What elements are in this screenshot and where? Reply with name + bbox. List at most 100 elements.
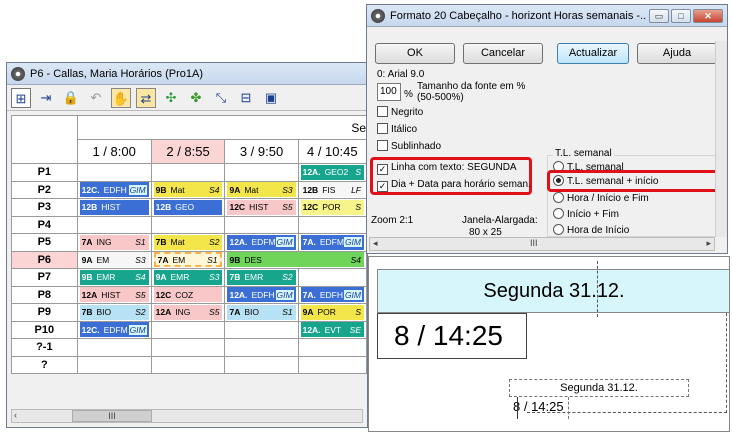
lesson-cell[interactable] — [297, 355, 367, 374]
lesson-cell[interactable]: 7B BIO S2 — [76, 303, 152, 322]
radio-icon[interactable] — [553, 192, 564, 203]
lesson-block[interactable]: 12C. EDFH GIM — [79, 182, 149, 198]
lesson-block[interactable]: 12C COZ — [153, 287, 223, 303]
row-header[interactable]: P3 — [11, 198, 78, 217]
lesson-cell[interactable] — [224, 338, 299, 357]
row-header[interactable]: P9 — [11, 303, 78, 322]
lesson-block[interactable]: 7B EMR S2 — [227, 269, 296, 285]
lesson-cell[interactable] — [224, 355, 299, 374]
lock-icon[interactable]: 🔒 — [61, 88, 81, 108]
lesson-block[interactable]: 9A POR S — [300, 304, 364, 320]
lesson-cell[interactable] — [76, 338, 152, 357]
checkbox-icon[interactable] — [377, 123, 388, 134]
row-header[interactable]: P5 — [11, 233, 78, 252]
lesson-cell[interactable]: 12A. GEO2 S — [297, 163, 367, 182]
move-icon[interactable]: ⤡ — [211, 88, 231, 108]
lesson-cell[interactable]: 12C. EDFH GIM — [76, 180, 152, 199]
lesson-block[interactable]: 12A. EDFH GIM — [227, 287, 296, 303]
lesson-block[interactable]: 12B FIS LF — [300, 182, 364, 198]
lesson-block[interactable]: 7A. EDFM GIM — [300, 234, 364, 250]
row-header[interactable]: P1 — [11, 163, 78, 182]
help-button[interactable]: Ajuda — [637, 43, 717, 64]
lesson-block[interactable]: 12C HIST S5 — [227, 199, 296, 215]
checkbox-icon[interactable] — [377, 140, 388, 151]
lesson-block[interactable]: 9B DES S4 — [227, 252, 364, 268]
row-header[interactable]: P10 — [11, 320, 78, 339]
dialog-vertical-scrollbar[interactable] — [715, 41, 727, 237]
lesson-block[interactable]: 9A Mat S3 — [227, 182, 296, 198]
checkmark-icon[interactable]: ✓ — [377, 181, 388, 192]
scroll-left-icon[interactable]: ‹ — [14, 410, 17, 420]
lesson-cell[interactable]: 12B HIST — [76, 198, 152, 217]
ok-button[interactable]: OK — [375, 43, 455, 64]
bold-checkbox[interactable]: Negrito — [377, 106, 423, 118]
scroll-thumb-grip[interactable]: III — [530, 238, 538, 248]
lesson-block[interactable]: 7A. EDFH GIM — [300, 287, 364, 303]
lesson-cell[interactable]: 12A. EVT SE — [297, 320, 367, 339]
lesson-cell[interactable]: 12B FIS LF — [297, 180, 367, 199]
close-button[interactable]: ✕ — [693, 8, 723, 23]
lesson-block[interactable]: 12C POR S — [300, 199, 364, 215]
line-text-checkbox[interactable]: ✓ Linha com texto: SEGUNDA — [377, 162, 517, 175]
lesson-cell[interactable]: 7A EM S1 — [150, 250, 226, 269]
lesson-cell[interactable] — [150, 215, 226, 234]
lesson-block[interactable]: 9B EMR S4 — [79, 269, 149, 285]
lesson-cell[interactable]: 12C POR S — [297, 198, 367, 217]
radio-hour-start-end[interactable]: Hora / Início e Fim — [553, 192, 649, 204]
italic-checkbox[interactable]: Itálico — [377, 123, 417, 135]
period-header[interactable]: 2 / 8:55 — [150, 139, 226, 164]
export-icon[interactable]: ⇥ — [36, 88, 56, 108]
font-label[interactable]: 0: Arial 9.0 — [377, 69, 424, 80]
lesson-cell[interactable]: 9B Mat S4 — [150, 180, 226, 199]
lesson-cell[interactable]: 12A. EDFM GIM — [224, 233, 299, 252]
period-header[interactable]: 1 / 8:00 — [76, 139, 152, 164]
radio-start-end[interactable]: Início + Fim — [553, 208, 619, 220]
plugins-icon[interactable]: ✤ — [186, 88, 206, 108]
lesson-block[interactable]: 9A EM S3 — [79, 252, 149, 268]
lesson-cell[interactable] — [224, 163, 299, 182]
cancel-button[interactable]: Cancelar — [463, 43, 543, 64]
lesson-block[interactable]: 12A. GEO2 S — [300, 164, 364, 180]
lesson-block[interactable]: 12C. EDFM GIM — [79, 322, 149, 338]
row-header[interactable]: P7 — [11, 268, 78, 287]
lesson-cell[interactable]: 9A EM S3 — [76, 250, 152, 269]
window-icon[interactable]: ▣ — [261, 88, 281, 108]
lesson-cell[interactable] — [150, 320, 226, 339]
lesson-cell[interactable] — [76, 355, 152, 374]
lesson-cell[interactable]: 9B EMR S4 — [76, 268, 152, 287]
lesson-block[interactable]: 12A. EDFM GIM — [227, 234, 296, 250]
lesson-block[interactable]: 7A ING S1 — [79, 234, 149, 250]
lesson-cell[interactable]: 12C HIST S5 — [224, 198, 299, 217]
lesson-cell[interactable]: 7A BIO S1 — [224, 303, 299, 322]
period-header[interactable]: 3 / 9:50 — [224, 139, 299, 164]
dialog-horizontal-scrollbar[interactable]: ◂ III ▸ — [369, 237, 715, 251]
lesson-cell[interactable]: 9A POR S — [297, 303, 367, 322]
split-icon[interactable]: ⊟ — [236, 88, 256, 108]
checkmark-icon[interactable]: ✓ — [377, 164, 388, 175]
lesson-block[interactable]: 12A. EVT SE — [300, 322, 364, 338]
lesson-cell[interactable] — [224, 215, 299, 234]
lesson-block[interactable]: 12A HIST S5 — [79, 287, 149, 303]
lesson-cell[interactable]: 7A ING S1 — [76, 233, 152, 252]
radio-weekly-start[interactable]: T.L. semanal + início — [553, 175, 658, 187]
period-header[interactable]: 4 / 10:45 — [297, 139, 367, 164]
checkbox-icon[interactable] — [377, 106, 388, 117]
row-header[interactable]: P6 — [11, 250, 78, 269]
lesson-block[interactable]: 9A EMR S3 — [153, 269, 223, 285]
font-size-input[interactable]: 100 — [377, 83, 401, 101]
lesson-block[interactable]: 12B GEO — [153, 199, 223, 215]
lesson-cell[interactable]: 12A. EDFH GIM — [224, 285, 299, 304]
lesson-cell[interactable]: 12A HIST S5 — [76, 285, 152, 304]
lesson-block[interactable]: 7A BIO S1 — [227, 304, 296, 320]
lesson-cell[interactable]: 7A. EDFM GIM — [297, 233, 367, 252]
day-date-checkbox[interactable]: ✓ Dia + Data para horário seman. — [377, 179, 531, 192]
lesson-cell[interactable]: 7B Mat S2 — [150, 233, 226, 252]
lesson-cell[interactable]: 12A ING S5 — [150, 303, 226, 322]
scroll-left-icon[interactable]: ◂ — [373, 238, 378, 249]
radio-selected-icon[interactable] — [553, 175, 564, 186]
scroll-thumb[interactable]: III — [72, 410, 152, 422]
scroll-right-icon[interactable]: ▸ — [706, 238, 711, 249]
lesson-cell[interactable]: 12C COZ — [150, 285, 226, 304]
radio-start-hour[interactable]: Hora de Início — [553, 224, 629, 236]
row-header[interactable]: P4 — [11, 215, 78, 234]
